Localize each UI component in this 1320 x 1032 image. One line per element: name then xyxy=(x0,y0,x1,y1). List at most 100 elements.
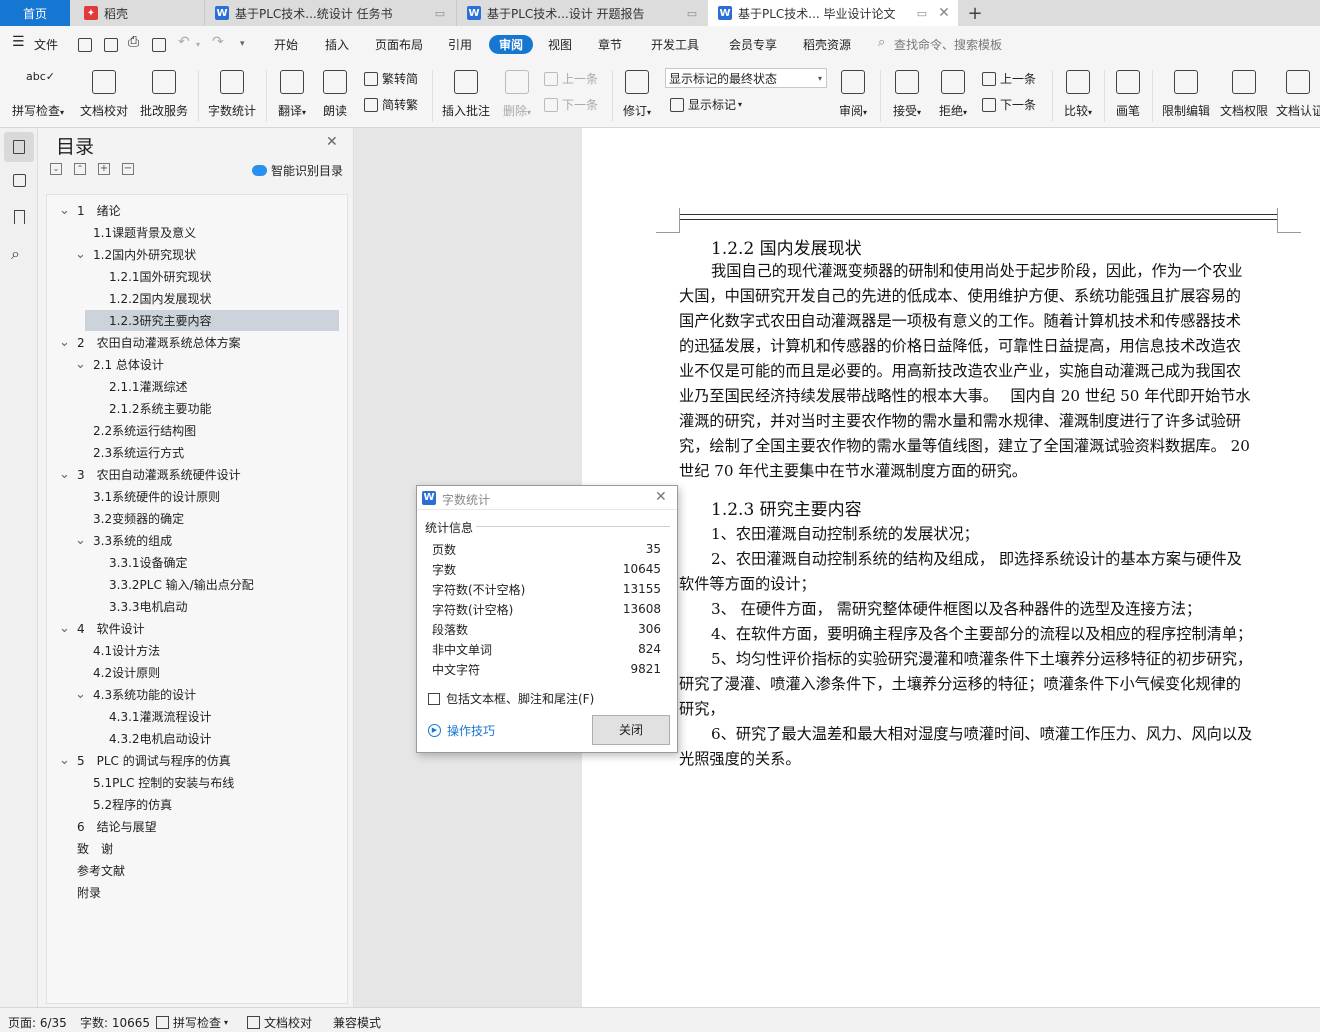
chevron-down-icon[interactable]: ⌄ xyxy=(59,204,73,217)
menu-membership[interactable]: 会员专享 xyxy=(729,36,777,53)
toc-item[interactable]: 5.2程序的仿真 xyxy=(47,794,339,815)
spell-check-button[interactable]: abc✓ 拼写检查▾ xyxy=(8,68,68,124)
chevron-down-icon[interactable]: ⌄ xyxy=(75,248,89,261)
toc-item[interactable]: ⌄ 5 PLC 的调试与程序的仿真 xyxy=(47,750,339,771)
delete-comment-button[interactable]: 删除▾ xyxy=(498,68,536,124)
export-pdf-icon[interactable] xyxy=(104,38,118,52)
toc-item[interactable]: 6 结论与展望 xyxy=(47,816,339,837)
menu-start[interactable]: 开始 xyxy=(274,36,298,53)
menu-view[interactable]: 视图 xyxy=(548,36,572,53)
tab-home[interactable]: 首页 xyxy=(0,0,70,26)
close-icon[interactable]: ✕ xyxy=(655,489,667,505)
revise-button[interactable]: 修订▾ xyxy=(618,68,656,124)
review-pane-button[interactable]: 审阅▾ xyxy=(834,68,872,124)
menu-chapter[interactable]: 章节 xyxy=(598,36,622,53)
toc-item[interactable]: 3.3.1设备确定 xyxy=(47,552,339,573)
toc-item[interactable]: 1.2.1国外研究现状 xyxy=(47,266,339,287)
spell-check-status[interactable]: 拼写检查 ▾ xyxy=(156,1014,228,1031)
tab-doc-proposal[interactable]: W 基于PLC技术...设计 开题报告 ▭ xyxy=(456,0,706,26)
tab-pin-icon[interactable]: ▭ xyxy=(432,7,448,20)
word-count-button[interactable]: 字数统计 xyxy=(204,68,260,124)
toc-item[interactable]: 3.3.2PLC 输入/输出点分配 xyxy=(47,574,339,595)
add-heading-icon[interactable]: + xyxy=(98,163,110,175)
toc-panel-button[interactable] xyxy=(4,132,34,162)
chevron-down-icon[interactable]: ⌄ xyxy=(75,534,89,547)
pen-button[interactable]: 画笔 xyxy=(1110,68,1146,124)
toc-item[interactable]: 4.2设计原则 xyxy=(47,662,339,683)
chevron-down-icon[interactable]: ⌄ xyxy=(59,336,73,349)
prev-comment-button[interactable]: 上一条 xyxy=(544,70,598,87)
toc-item[interactable]: 3.1系统硬件的设计原则 xyxy=(47,486,339,507)
toc-item[interactable]: 4.3.1灌溉流程设计 xyxy=(47,706,339,727)
toc-item[interactable]: 4.3.2电机启动设计 xyxy=(47,728,339,749)
toc-item[interactable]: 致 谢 xyxy=(47,838,339,859)
tab-pin-icon[interactable]: ▭ xyxy=(684,7,700,20)
expand-all-icon[interactable]: ⌄ xyxy=(50,163,62,175)
markup-state-select[interactable]: 显示标记的最终状态 ▾ xyxy=(665,68,827,88)
toc-item[interactable]: ⌄ 3 农田自动灌溉系统硬件设计 xyxy=(47,464,339,485)
menu-references[interactable]: 引用 xyxy=(448,36,472,53)
toc-item[interactable]: ⌄ 1 绪论 xyxy=(47,200,339,221)
next-comment-button[interactable]: 下一条 xyxy=(544,96,598,113)
new-tab-icon[interactable]: + xyxy=(962,0,988,26)
next-change-button[interactable]: 下一条 xyxy=(982,96,1036,113)
insert-comment-button[interactable]: 插入批注 xyxy=(440,68,492,124)
restrict-edit-button[interactable]: 限制编辑 xyxy=(1158,68,1214,124)
toc-item[interactable]: 1.2.2国内发展现状 xyxy=(47,288,339,309)
remove-heading-icon[interactable]: − xyxy=(122,163,134,175)
toc-item[interactable]: ⌄ 2 农田自动灌溉系统总体方案 xyxy=(47,332,339,353)
batch-service-button[interactable]: 批改服务 xyxy=(136,68,192,124)
toc-item[interactable]: 3.2变频器的确定 xyxy=(47,508,339,529)
tips-link[interactable]: ▶ 操作技巧 xyxy=(428,722,495,739)
close-icon[interactable]: ✕ xyxy=(326,134,338,150)
chevron-down-icon[interactable]: ⌄ xyxy=(75,688,89,701)
menu-developer[interactable]: 开发工具 xyxy=(651,36,699,53)
chevron-down-icon[interactable]: ⌄ xyxy=(59,622,73,635)
toc-item[interactable]: 4.1设计方法 xyxy=(47,640,339,661)
chevron-down-icon[interactable]: ⌄ xyxy=(75,358,89,371)
accept-button[interactable]: 接受▾ xyxy=(888,68,926,124)
toc-item[interactable]: 2.1.1灌溉综述 xyxy=(47,376,339,397)
include-textbox-checkbox[interactable]: 包括文本框、脚注和尾注(F) xyxy=(428,690,594,707)
dialog-titlebar[interactable]: W 字数统计 ✕ xyxy=(417,486,677,510)
bookmark-icon[interactable] xyxy=(14,210,25,224)
toc-item[interactable]: ⌄ 4 软件设计 xyxy=(47,618,339,639)
collapse-all-icon[interactable]: ⌃ xyxy=(74,163,86,175)
undo-dropdown-icon[interactable]: ▾ xyxy=(196,40,200,49)
read-aloud-button[interactable]: 朗读 xyxy=(318,68,352,124)
print-preview-icon[interactable] xyxy=(152,38,166,52)
toc-item[interactable]: 1.2.3研究主要内容 xyxy=(85,310,339,331)
toc-item[interactable]: 2.2系统运行结构图 xyxy=(47,420,339,441)
toc-item[interactable]: ⌄ 4.3系统功能的设计 xyxy=(47,684,339,705)
undo-icon[interactable]: ↶ xyxy=(178,34,190,50)
toc-item[interactable]: 3.3.3电机启动 xyxy=(47,596,339,617)
tab-docer[interactable]: ✦ 稻壳 xyxy=(72,0,202,26)
compare-button[interactable]: 比较▾ xyxy=(1058,68,1098,124)
menu-docer-resources[interactable]: 稻壳资源 xyxy=(803,36,851,53)
toc-item[interactable]: 附录 xyxy=(47,882,339,903)
translate-button[interactable]: 翻译▾ xyxy=(272,68,312,124)
smart-toc-button[interactable]: 智能识别目录 xyxy=(252,162,343,179)
toc-item[interactable]: ⌄ 2.1 总体设计 xyxy=(47,354,339,375)
prev-change-button[interactable]: 上一条 xyxy=(982,70,1036,87)
doc-cert-button[interactable]: 文档认证 xyxy=(1276,68,1320,124)
reject-button[interactable]: 拒绝▾ xyxy=(934,68,972,124)
close-button[interactable]: 关闭 xyxy=(592,715,670,745)
tab-doc-thesis[interactable]: W 基于PLC技术... 毕业设计论文 ▭ ✕ xyxy=(708,0,958,26)
quick-access-more-icon[interactable]: ▾ xyxy=(240,39,245,49)
show-markup-button[interactable]: 显示标记 ▾ xyxy=(670,96,742,113)
doc-check-button[interactable]: 文档校对 xyxy=(76,68,132,124)
simp-to-trad-button[interactable]: 繁转简 xyxy=(364,70,418,87)
print-icon[interactable]: ⎙ xyxy=(128,34,139,50)
tab-pin-icon[interactable]: ▭ xyxy=(914,7,930,20)
tab-doc-taskbook[interactable]: W 基于PLC技术...统设计 任务书 ▭ xyxy=(204,0,454,26)
chevron-down-icon[interactable]: ⌄ xyxy=(59,468,73,481)
tab-close-icon[interactable]: ✕ xyxy=(936,5,952,21)
toc-item[interactable]: 参考文献 xyxy=(47,860,339,881)
toc-item[interactable]: ⌄ 3.3系统的组成 xyxy=(47,530,339,551)
chapter-nav-icon[interactable] xyxy=(13,174,26,187)
doc-check-status[interactable]: 文档校对 xyxy=(247,1014,312,1031)
menu-review[interactable]: 审阅 xyxy=(489,35,534,54)
save-icon[interactable] xyxy=(78,38,92,52)
trad-to-simp-button[interactable]: 简转繁 xyxy=(364,96,418,113)
